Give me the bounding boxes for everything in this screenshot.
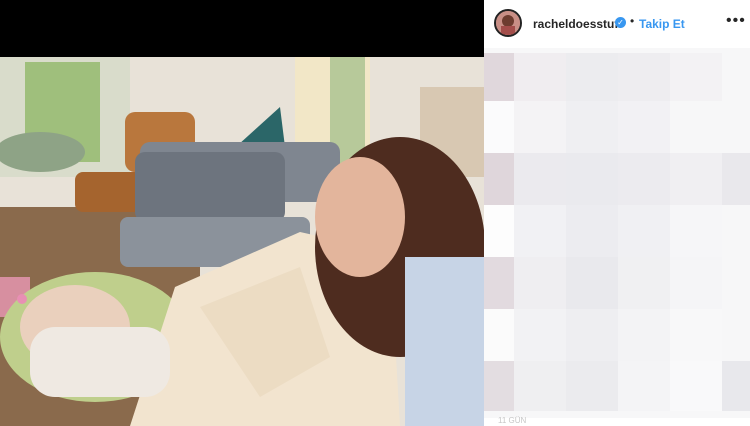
username-link[interactable]: racheldoesstuff bbox=[533, 17, 622, 31]
avatar[interactable] bbox=[494, 9, 522, 37]
blurred-comments-area bbox=[484, 48, 750, 418]
post-header: racheldoesstuff ✓ • Takip Et ••• bbox=[484, 0, 750, 46]
post-sidebar: racheldoesstuff ✓ • Takip Et ••• 11 GÜN bbox=[484, 0, 750, 426]
check-badge-icon: ✓ bbox=[615, 17, 626, 28]
more-options-icon[interactable]: ••• bbox=[726, 12, 746, 30]
post-image bbox=[0, 57, 484, 426]
post-timestamp: 11 GÜN bbox=[498, 416, 527, 425]
separator-dot: • bbox=[630, 14, 635, 28]
post-photo-panel[interactable] bbox=[0, 0, 484, 426]
follow-button[interactable]: Takip Et bbox=[639, 17, 685, 31]
